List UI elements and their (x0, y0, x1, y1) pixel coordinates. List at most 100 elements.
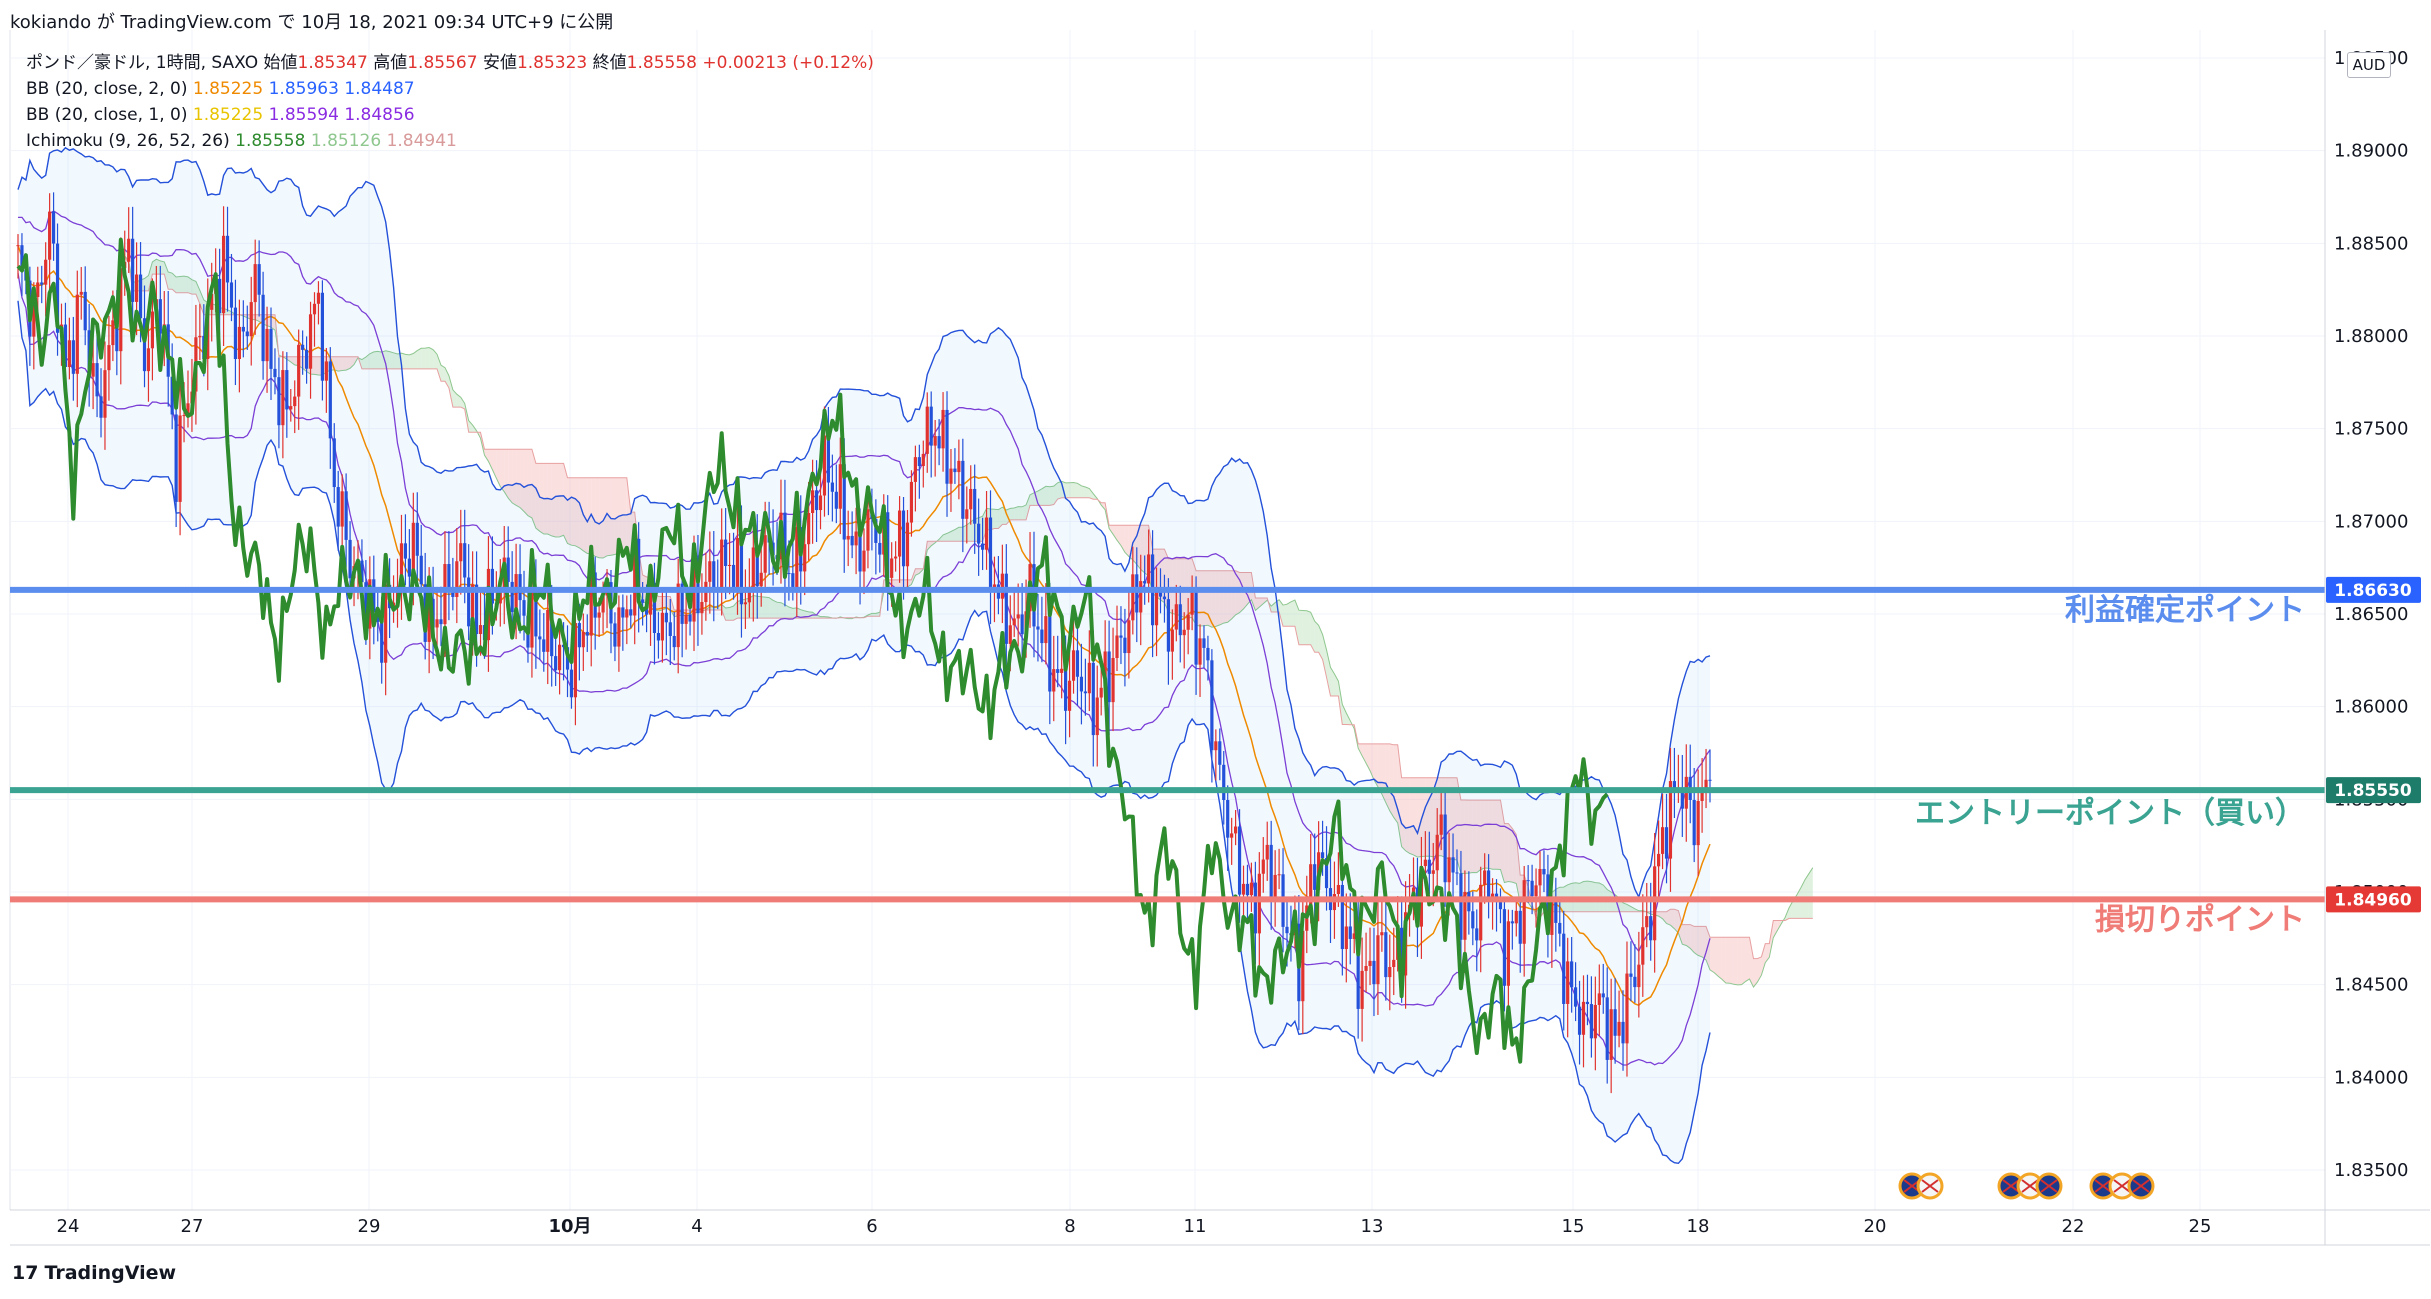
candle-body (1222, 764, 1226, 801)
candle-body (1439, 814, 1443, 835)
candle-body (1198, 638, 1202, 665)
candle-body (858, 531, 862, 572)
bb1-lower: 1.84487 (344, 79, 415, 99)
candle-body (1455, 872, 1459, 874)
candle-body (415, 522, 419, 556)
candle-body (40, 282, 44, 285)
candle-body (569, 669, 574, 698)
cloud-segment (1298, 610, 1303, 645)
candle-body (1514, 910, 1518, 924)
horizontal-line-label: 利益確定ポイント (2065, 593, 2305, 628)
price-tick-label: 1.89000 (2334, 141, 2408, 162)
price-tag-label: 1.84960 (2334, 890, 2412, 910)
candle-body (229, 282, 234, 308)
candle-body (834, 491, 838, 509)
time-axis[interactable]: 24 27 29 10月 4 6 8 11 13 15 18 20 22 25 (10, 1209, 2430, 1246)
candle-body (320, 292, 325, 381)
candle-body (1364, 965, 1368, 971)
candle-body (1530, 880, 1534, 897)
candle-body (700, 602, 704, 614)
candle-body (980, 543, 985, 550)
candle-body (1016, 614, 1020, 619)
candle-body (664, 612, 668, 623)
candle-body (933, 436, 937, 446)
candle-body (1459, 873, 1463, 940)
candle-body (625, 609, 629, 618)
cloud-segment (1729, 937, 1734, 985)
candle-body (1368, 960, 1372, 966)
candle-body (403, 543, 408, 559)
candle-body (1060, 668, 1064, 673)
candle-body (332, 438, 336, 488)
candle-body (178, 415, 182, 502)
currency-button[interactable]: AUD (2347, 52, 2391, 78)
candle-body (897, 510, 902, 557)
tradingview-footer[interactable]: 𝟭𝟳 TradingView (12, 1262, 176, 1284)
candle-body (150, 311, 155, 349)
price-chart[interactable]: 利益確定ポイントエントリーポイント（買い） 損切りポイント 1.83500 1.84… (0, 0, 2431, 1299)
open-label: 始値 (263, 53, 298, 73)
bb1-basis: 1.85225 (192, 79, 264, 99)
candle-body (467, 577, 471, 627)
candle-body (1573, 987, 1578, 1007)
candle-body (1245, 883, 1250, 896)
candle-body (1162, 596, 1167, 600)
time-tick-label: 10月 (548, 1216, 591, 1237)
ichimoku-v1: 1.85558 (235, 131, 306, 151)
candle-body (261, 294, 265, 362)
candle-body (71, 340, 75, 374)
candle-body (708, 561, 712, 582)
candle-body (265, 328, 269, 362)
candle-body (419, 555, 423, 585)
candle-body (344, 491, 348, 540)
candle-body (1526, 880, 1530, 882)
legend-bb2[interactable]: BB (20, close, 1, 0) 1.85225 1.85594 1.8… (26, 102, 874, 128)
candle-body (51, 211, 56, 244)
time-tick-label: 27 (181, 1216, 204, 1237)
candle-body (225, 235, 230, 283)
legend-bb1[interactable]: BB (20, close, 2, 0) 1.85225 1.85963 1.8… (26, 76, 874, 102)
candle-body (1186, 614, 1190, 630)
candle-body (1218, 741, 1222, 765)
candle-body (672, 635, 676, 648)
price-axis[interactable]: 1.835001.840001.845001.850001.855001.860… (2324, 30, 2421, 1245)
candle-body (949, 468, 953, 484)
candle-body (1230, 833, 1234, 838)
candle-body (269, 328, 273, 369)
candle-body (1095, 697, 1099, 736)
candle-body (1257, 873, 1261, 934)
economic-events[interactable] (1898, 1172, 2155, 1200)
candle-body (1119, 635, 1123, 638)
candle-body (1542, 868, 1546, 875)
candle-body (1384, 932, 1388, 978)
candle-body (407, 558, 411, 577)
price-tick-label: 1.84500 (2334, 975, 2408, 996)
candle-body (304, 349, 309, 369)
candle-body (1123, 637, 1127, 654)
time-tick-label: 25 (2189, 1216, 2212, 1237)
candle-body (44, 259, 48, 285)
candle-body (1313, 864, 1317, 890)
cloud-segment (1294, 600, 1299, 645)
candle-body (340, 491, 344, 527)
candle-body (289, 406, 293, 410)
candle-body (459, 543, 463, 562)
candle-body (901, 510, 906, 567)
candle-body (814, 490, 819, 511)
candle-body (1562, 933, 1566, 1004)
cloud-segment (1710, 937, 1714, 973)
legend-ichimoku[interactable]: Ichimoku (9, 26, 52, 26) 1.85558 1.85126… (26, 128, 874, 154)
legend-main[interactable]: ポンド／豪ドル, 1時間, SAXO 始値1.85347 高値1.85567 安… (26, 50, 874, 76)
cloud-segment (405, 354, 410, 369)
candle-body (1427, 859, 1431, 874)
candle-body (1443, 814, 1447, 883)
candle-body (1581, 1001, 1586, 1035)
candle-body (929, 406, 933, 446)
candle-body (1344, 926, 1348, 950)
candle-body (1431, 870, 1435, 874)
candle-body (581, 631, 585, 648)
candle-body (1554, 898, 1558, 923)
candle-body (1087, 662, 1091, 694)
cloud-segment (1081, 485, 1086, 498)
cloud-segment (425, 347, 430, 369)
